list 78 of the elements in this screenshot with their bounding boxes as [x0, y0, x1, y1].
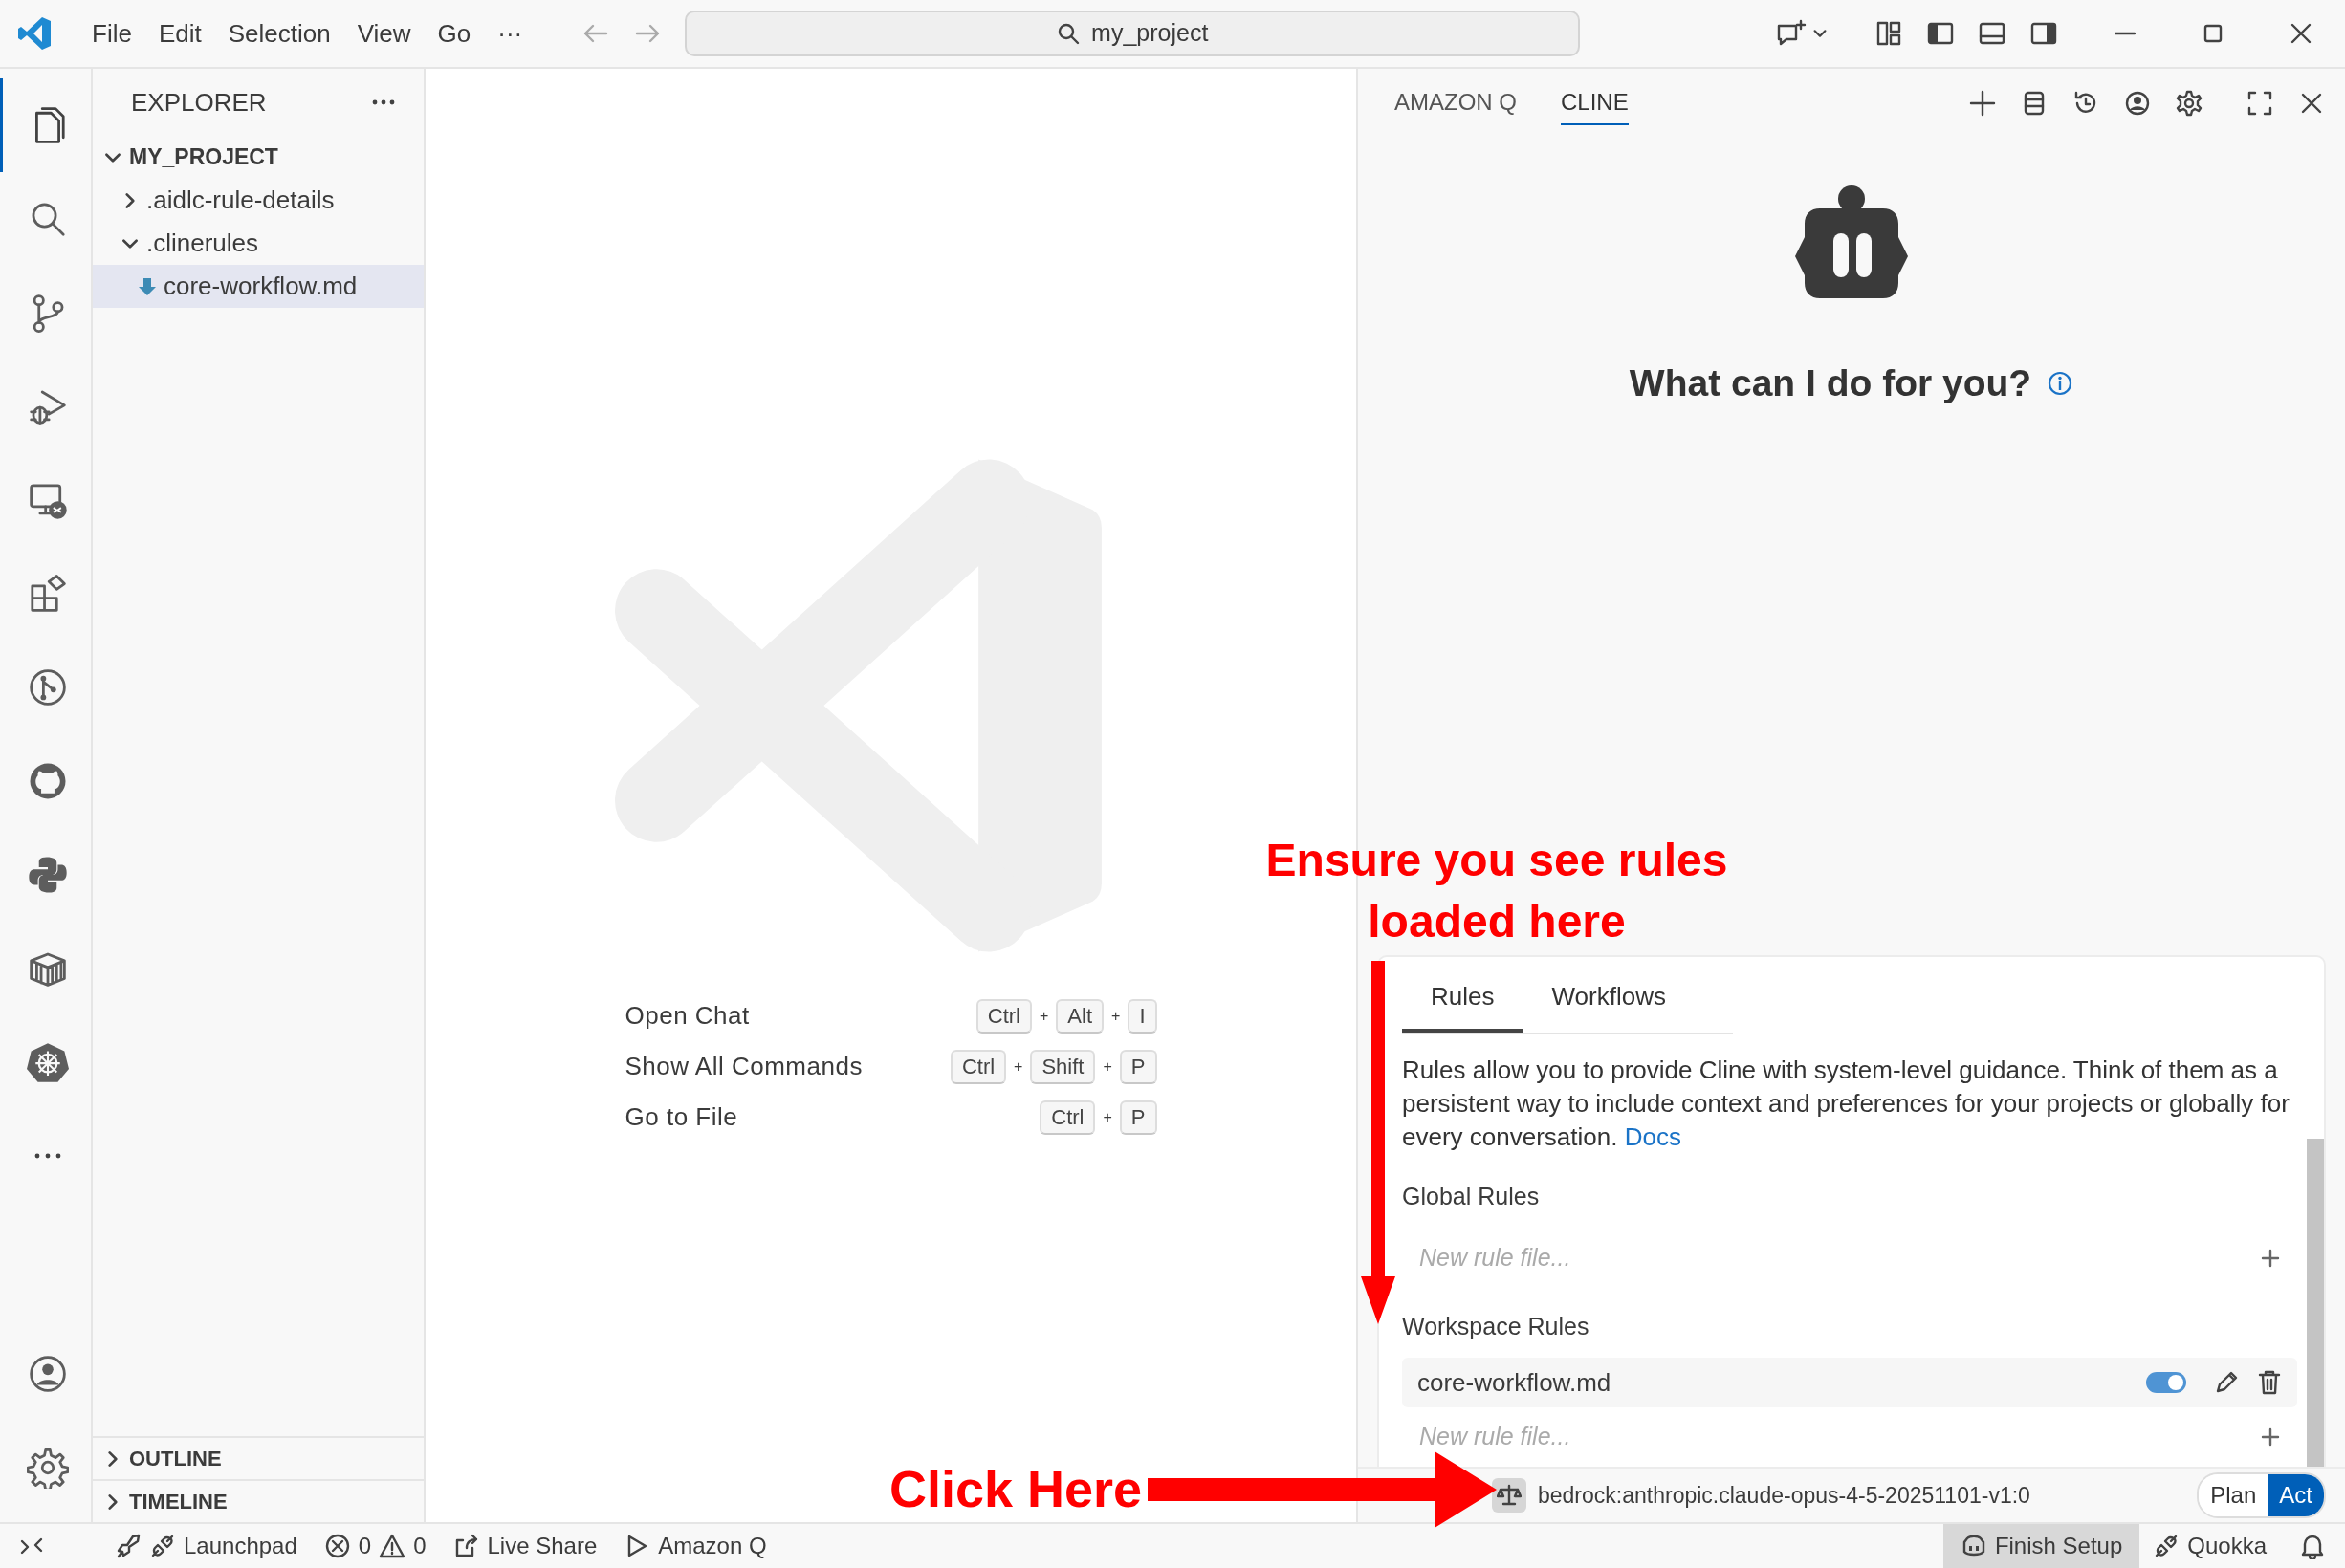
minimize-icon [2115, 31, 2136, 36]
key-cap: Ctrl [950, 1049, 1007, 1084]
amazon-q-button[interactable]: Amazon Q [610, 1524, 780, 1568]
plus-sign: + [1111, 1006, 1121, 1026]
rule-file-name: core-workflow.md [1417, 1366, 1611, 1399]
settings-icon[interactable] [2175, 89, 2203, 118]
mode-toggle[interactable]: Plan [2199, 1474, 2268, 1516]
problems-button[interactable]: 0 0 [310, 1524, 440, 1568]
key-cap: Ctrl [975, 998, 1032, 1034]
mode-toggle[interactable]: Act [2268, 1474, 2324, 1516]
account-icon[interactable] [2123, 89, 2152, 118]
plus-sign: + [1040, 1006, 1049, 1026]
download-arrow-icon [137, 275, 158, 297]
menu-item[interactable]: Go [424, 11, 485, 56]
key-cap: P [1119, 1100, 1157, 1135]
rules-description: Rules allow you to provide Cline with system-level guidance. Think of them as a persistent way to include context and preferences for your projects or globally for every conversation. Docs [1402, 1055, 2290, 1153]
rules-tab[interactable]: Rules [1402, 970, 1523, 1033]
maximize-icon [2203, 24, 2223, 43]
launchpad-button[interactable]: Launchpad [101, 1524, 311, 1568]
key-cap: Alt [1056, 998, 1105, 1034]
live-share-button[interactable]: Live Share [439, 1524, 611, 1568]
fullscreen-icon[interactable] [2246, 89, 2274, 118]
plus-sign: + [1103, 1056, 1112, 1077]
menu-item[interactable]: File [78, 11, 145, 56]
scrollbar-thumb[interactable] [2307, 1139, 2324, 1467]
shortcut-label: Show All Commands [625, 1051, 863, 1082]
close-icon [2290, 23, 2312, 44]
tree-document-row[interactable]: core-workflow.md [93, 265, 424, 308]
menu-item[interactable]: Edit [144, 11, 215, 56]
callout-text: Ensure you see rules loaded here [1264, 834, 1729, 948]
project-folder[interactable]: MY_PROJECT [93, 136, 424, 179]
app-logo-icon [15, 14, 54, 53]
menu-item[interactable]: Selection [214, 11, 344, 56]
error-icon [323, 1533, 351, 1559]
shortcut-label: Open Chat [625, 1000, 750, 1032]
new-rule-input[interactable]: New rule file... [1417, 1238, 2259, 1277]
menu-item[interactable]: View [343, 11, 425, 56]
callout-text: Click Here [889, 1459, 1143, 1519]
more-icon [33, 1152, 62, 1160]
toggle-switch[interactable] [2146, 1372, 2186, 1393]
settings-icon [26, 1447, 69, 1489]
sidebar-title: EXPLORER [131, 86, 267, 119]
plug-icon [149, 1533, 176, 1559]
plus-sign: + [1103, 1107, 1112, 1127]
shortcut-label: Go to File [625, 1101, 738, 1133]
finish-setup-button[interactable]: Finish Setup [1942, 1524, 2140, 1568]
section-header[interactable]: OUTLINE [93, 1436, 424, 1479]
warning-icon [379, 1533, 406, 1559]
plus-sign: + [1014, 1056, 1023, 1077]
panel-tab[interactable]: AMAZON Q [1394, 81, 1517, 125]
plus-icon[interactable] [1968, 89, 1997, 118]
scales-icon [1497, 1483, 1522, 1508]
bell-icon [2299, 1533, 2326, 1559]
greeting-heading: What can I do for you? [1629, 361, 2032, 405]
group-heading: Workspace Rules [1402, 1311, 1590, 1341]
key-cap: P [1119, 1049, 1157, 1084]
search-icon [1057, 22, 1081, 45]
key-cap: I [1128, 998, 1157, 1034]
rocket-icon [115, 1533, 142, 1559]
layout-icon[interactable] [1874, 19, 1903, 48]
key-cap: Ctrl [1040, 1100, 1096, 1135]
rules-tab[interactable]: Workflows [1523, 970, 1695, 1033]
tree-folder-row[interactable]: .clinerules [93, 222, 424, 265]
docs-link[interactable]: Docs [1624, 1122, 1681, 1151]
trash-icon[interactable] [2257, 1369, 2282, 1396]
search-field[interactable]: my_project [685, 11, 1581, 56]
new-rule-input[interactable]: New rule file... [1417, 1418, 2259, 1456]
more-menu-button[interactable]: ··· [484, 11, 537, 56]
tree-folder-row[interactable]: .aidlc-rule-details [93, 179, 424, 222]
model-name: bedrock:anthropic.claude-opus-4-5-20251101-v1:0 [1538, 1481, 2030, 1510]
info-icon[interactable] [2047, 370, 2074, 398]
plus-icon[interactable] [2259, 1426, 2282, 1448]
model-selector-button[interactable] [1492, 1478, 1526, 1513]
helm-wheel-icon [26, 1041, 69, 1083]
quokka-button[interactable]: Quokka [2139, 1524, 2280, 1568]
group-heading: Global Rules [1402, 1182, 1541, 1211]
key-cap: Shift [1030, 1049, 1096, 1084]
panel-tab[interactable]: CLINE [1561, 81, 1629, 125]
